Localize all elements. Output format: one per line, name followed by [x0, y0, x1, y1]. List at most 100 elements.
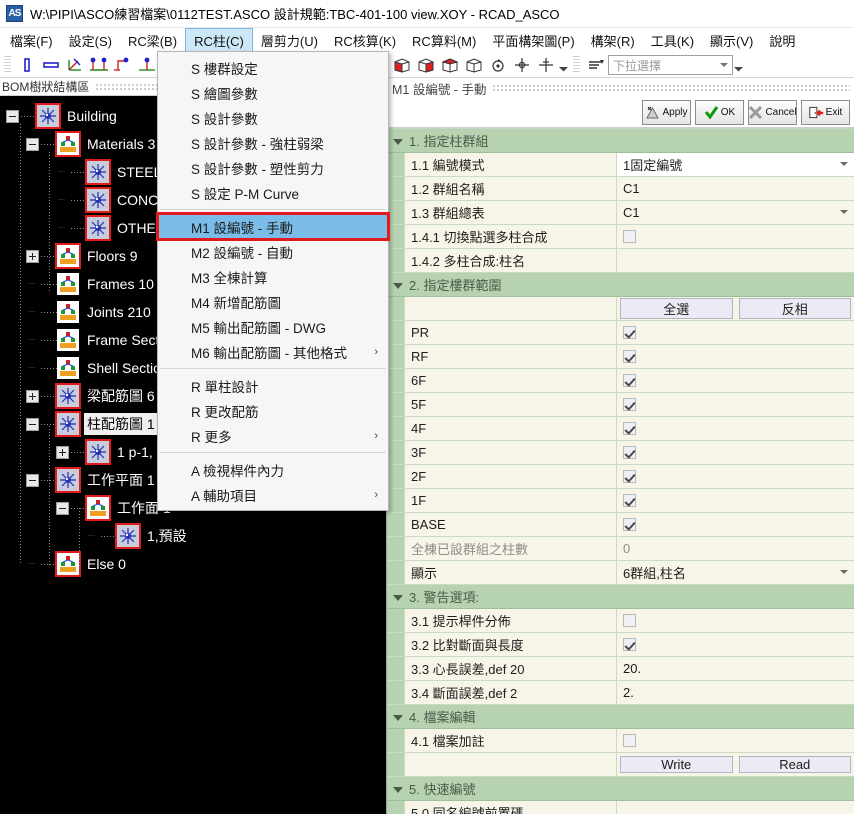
node-single-icon[interactable] — [135, 54, 159, 76]
menu-item-6[interactable]: RC算料(M) — [404, 28, 484, 52]
expand-icon[interactable] — [26, 249, 39, 263]
rotate-icon[interactable] — [486, 54, 510, 76]
collapse-icon[interactable] — [26, 417, 39, 431]
property-value[interactable] — [617, 345, 854, 368]
menu-item-1[interactable]: 設定(S) — [61, 28, 120, 52]
grid-button[interactable]: Write — [620, 756, 733, 773]
checkbox[interactable] — [623, 638, 636, 651]
apply-button[interactable]: Apply — [642, 100, 691, 125]
checkbox[interactable] — [623, 374, 636, 387]
property-value[interactable]: 0 — [617, 537, 854, 560]
cube-front-icon[interactable] — [390, 54, 414, 76]
node-pair-icon[interactable] — [87, 54, 111, 76]
menu-item-9[interactable]: 工具(K) — [643, 28, 702, 52]
property-value[interactable]: Write Read — [617, 753, 854, 776]
property-value[interactable] — [617, 321, 854, 344]
toolbar-overflow-icon[interactable] — [558, 54, 569, 76]
property-value[interactable] — [617, 249, 854, 272]
chevron-down-icon[interactable] — [840, 162, 848, 166]
pan-icon[interactable] — [510, 54, 534, 76]
menu-option[interactable]: S 設計參數 - 塑性剪力 — [158, 155, 388, 180]
property-value[interactable]: C1 — [617, 201, 854, 224]
property-value[interactable]: C1 — [617, 177, 854, 200]
checkbox[interactable] — [623, 470, 636, 483]
toolbar-grip-icon[interactable] — [4, 56, 11, 74]
section-header[interactable]: 1. 指定柱群組 — [387, 129, 854, 153]
menu-item-0[interactable]: 檔案(F) — [2, 28, 61, 52]
chevron-down-icon[interactable] — [840, 210, 848, 214]
grid-button[interactable]: 全選 — [620, 298, 733, 319]
grid-button[interactable]: 反相 — [738, 298, 851, 319]
menu-option[interactable]: M2 設編號 - 自動 — [158, 239, 388, 264]
list-select-icon[interactable] — [584, 54, 608, 76]
property-value[interactable] — [617, 393, 854, 416]
menu-option[interactable]: S 繪圖參數 — [158, 80, 388, 105]
line-horizontal-icon[interactable] — [39, 54, 63, 76]
menu-option[interactable]: S 樓群設定 — [158, 55, 388, 80]
property-value[interactable] — [617, 369, 854, 392]
property-value[interactable]: 2. — [617, 681, 854, 704]
menu-option[interactable]: A 檢視桿件內力 — [158, 457, 388, 482]
checkbox[interactable] — [623, 734, 636, 747]
property-value[interactable] — [617, 465, 854, 488]
property-value[interactable] — [617, 513, 854, 536]
menu-item-5[interactable]: RC核算(K) — [326, 28, 404, 52]
menu-option[interactable]: M1 設編號 - 手動 — [156, 212, 390, 241]
menu-option[interactable]: M4 新增配筋圖 — [158, 289, 388, 314]
menu-item-3[interactable]: RC柱(C) — [185, 28, 253, 52]
menu-item-7[interactable]: 平面構架圖(P) — [484, 28, 582, 52]
grid-button[interactable]: Read — [738, 756, 851, 773]
exit-button[interactable]: Exit — [801, 100, 850, 125]
menu-option[interactable]: M5 輸出配筋圖 - DWG — [158, 314, 388, 339]
expand-icon[interactable] — [26, 389, 39, 403]
cube-wire-icon[interactable] — [462, 54, 486, 76]
menu-option[interactable]: R 單柱設計 — [158, 373, 388, 398]
cube-iso-icon[interactable] — [438, 54, 462, 76]
menu-option[interactable]: R 更改配筋 — [158, 398, 388, 423]
line-vertical-icon[interactable] — [15, 54, 39, 76]
property-value[interactable] — [617, 417, 854, 440]
tree-node[interactable]: Else 0 — [0, 550, 386, 578]
collapse-icon[interactable] — [6, 109, 19, 123]
property-value[interactable] — [617, 225, 854, 248]
node-corner-icon[interactable] — [111, 54, 135, 76]
checkbox[interactable] — [623, 518, 636, 531]
menu-item-10[interactable]: 顯示(V) — [702, 28, 761, 52]
section-header[interactable]: 5. 快速編號 — [387, 777, 854, 801]
menu-item-4[interactable]: 層剪力(U) — [253, 28, 326, 52]
collapse-icon[interactable] — [56, 501, 69, 515]
chevron-down-icon[interactable] — [840, 570, 848, 574]
move-axis-icon[interactable] — [534, 54, 558, 76]
dropdown-select[interactable]: 下拉選擇 — [608, 55, 733, 75]
menu-option[interactable]: M6 輸出配筋圖 - 其他格式 › — [158, 339, 388, 364]
menu-option[interactable]: A 輔助項目 › — [158, 482, 388, 507]
property-value[interactable] — [617, 609, 854, 632]
checkbox[interactable] — [623, 350, 636, 363]
menu-item-2[interactable]: RC梁(B) — [120, 28, 185, 52]
property-value[interactable]: 1固定編號 — [617, 153, 854, 176]
collapse-icon[interactable] — [26, 473, 39, 487]
expand-icon[interactable] — [56, 445, 69, 459]
axis-xy-icon[interactable] — [63, 54, 87, 76]
menu-item-11[interactable]: 說明 — [761, 28, 803, 52]
checkbox[interactable] — [623, 398, 636, 411]
checkbox[interactable] — [623, 326, 636, 339]
section-header[interactable]: 3. 警告選項: — [387, 585, 854, 609]
menu-option[interactable]: S 設計參數 — [158, 105, 388, 130]
property-value[interactable]: 全選 反相 — [617, 297, 854, 320]
property-value[interactable] — [617, 801, 854, 814]
property-value[interactable] — [617, 633, 854, 656]
property-value[interactable]: 6群組,柱名 — [617, 561, 854, 584]
checkbox[interactable] — [623, 614, 636, 627]
property-value[interactable] — [617, 729, 854, 752]
property-value[interactable]: 20. — [617, 657, 854, 680]
toolbar-grip2-icon[interactable] — [573, 56, 580, 74]
cancel-button[interactable]: Cancel — [748, 100, 797, 125]
menu-option[interactable]: S 設定 P-M Curve — [158, 180, 388, 205]
checkbox[interactable] — [623, 422, 636, 435]
cube-left-icon[interactable] — [414, 54, 438, 76]
checkbox[interactable] — [623, 494, 636, 507]
menu-option[interactable]: R 更多 › — [158, 423, 388, 448]
combo-overflow-icon[interactable] — [733, 54, 744, 76]
menu-option[interactable]: S 設計參數 - 強柱弱梁 — [158, 130, 388, 155]
